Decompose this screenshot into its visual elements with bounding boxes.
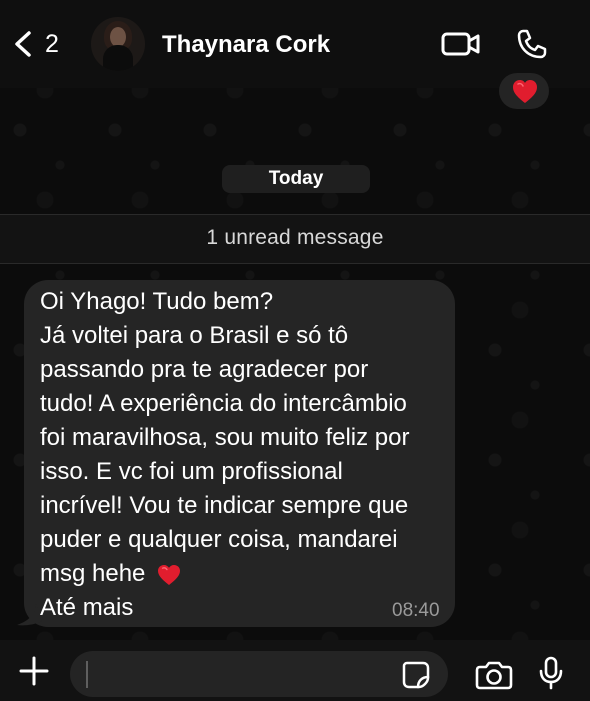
unread-separator: 1 unread message bbox=[0, 214, 590, 264]
video-camera-icon[interactable] bbox=[440, 28, 482, 60]
microphone-icon[interactable] bbox=[537, 655, 565, 691]
message-text: Oi Yhago! Tudo bem? Já voltei para o Bra… bbox=[40, 285, 440, 625]
sticker-icon[interactable] bbox=[401, 660, 431, 690]
message-input[interactable] bbox=[70, 651, 448, 697]
back-count[interactable]: 2 bbox=[45, 30, 59, 59]
message-line: incrível! Vou te indicar sempre que bbox=[40, 492, 409, 519]
unread-label: 1 unread message bbox=[206, 226, 384, 249]
input-caret bbox=[86, 661, 88, 688]
contact-name[interactable]: Thaynara Cork bbox=[162, 31, 330, 59]
message-line: puder e qualquer coisa, mandarei bbox=[40, 526, 398, 553]
message-line: Oi Yhago! Tudo bem? bbox=[40, 288, 274, 315]
message-line: passando pra te agradecer por bbox=[40, 356, 369, 383]
chat-header: 2 Thaynara Cork bbox=[0, 0, 590, 88]
message-tail bbox=[17, 604, 42, 626]
date-chip: Today bbox=[222, 165, 370, 193]
phone-icon[interactable] bbox=[515, 27, 549, 61]
message-line: tudo! A experiência do intercâmbio bbox=[40, 390, 407, 417]
heart-icon bbox=[513, 80, 537, 103]
message-line: Já voltei para o Brasil e só tô bbox=[40, 322, 349, 349]
plus-icon[interactable] bbox=[18, 655, 50, 687]
message-line-text: msg hehe bbox=[40, 560, 146, 587]
heart-icon bbox=[158, 564, 181, 585]
message-line: isso. E vc foi um profissional bbox=[40, 458, 343, 485]
message-line-with-emoji: msg hehe bbox=[40, 557, 440, 591]
message-time: 08:40 bbox=[392, 600, 440, 621]
camera-icon[interactable] bbox=[475, 659, 513, 690]
chevron-left-icon[interactable] bbox=[8, 28, 40, 60]
message-line: foi maravilhosa, sou muito feliz por bbox=[40, 424, 410, 451]
message-line: Até mais bbox=[40, 594, 134, 621]
avatar[interactable] bbox=[91, 17, 145, 71]
